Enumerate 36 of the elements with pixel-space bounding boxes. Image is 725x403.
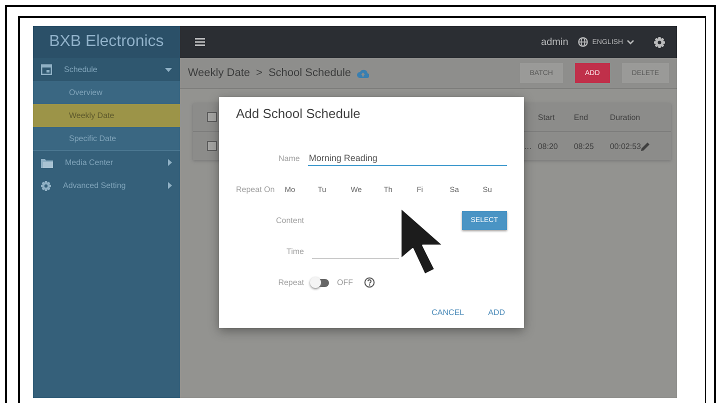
user-name[interactable]: admin [541,36,568,48]
pencil-icon[interactable] [641,142,650,150]
calendar-icon [41,64,52,75]
toggle-switch[interactable] [312,278,329,286]
table-cell-text: 08:25 [574,142,595,150]
field-label: Content [274,216,304,225]
breadcrumb-separator: > [256,67,262,79]
chevron-icon [627,40,634,44]
sidebar-subitem[interactable]: Specific Date [33,127,180,150]
dialog-button[interactable]: ADD [486,306,507,319]
settings-icon[interactable] [654,36,665,48]
gear-icon [41,180,51,190]
checkbox[interactable] [206,112,217,122]
field-label: Repeat [277,278,304,287]
toggle-state: OFF [337,278,353,287]
breadcrumb-link[interactable]: Weekly Date [188,67,250,79]
dialog-button[interactable]: CANCEL [430,306,466,319]
table-cell-text: 08:20 [538,142,559,150]
column-header: Duration [610,112,641,122]
globe-icon [578,37,588,47]
column-header: Start [538,112,556,122]
field-label: Repeat On [236,185,275,194]
folder-icon [41,158,53,168]
menu-icon[interactable] [194,38,205,46]
help-icon[interactable] [364,277,375,288]
field-label: Name [278,154,300,163]
brand-title: BXB Electronics [33,26,180,58]
sidebar-subitem[interactable]: Overview [33,81,180,104]
table-cell: 00:02:53 [610,142,641,150]
sidebar-subitem[interactable]: Weekly Date [33,104,180,127]
page-title: School Schedule [268,67,352,79]
checkbox[interactable] [206,141,217,151]
column-header: End [574,112,590,122]
dialog-title: Add School Schedule [236,106,362,121]
field-label: Time [286,247,304,256]
table-cell: … [524,142,532,150]
